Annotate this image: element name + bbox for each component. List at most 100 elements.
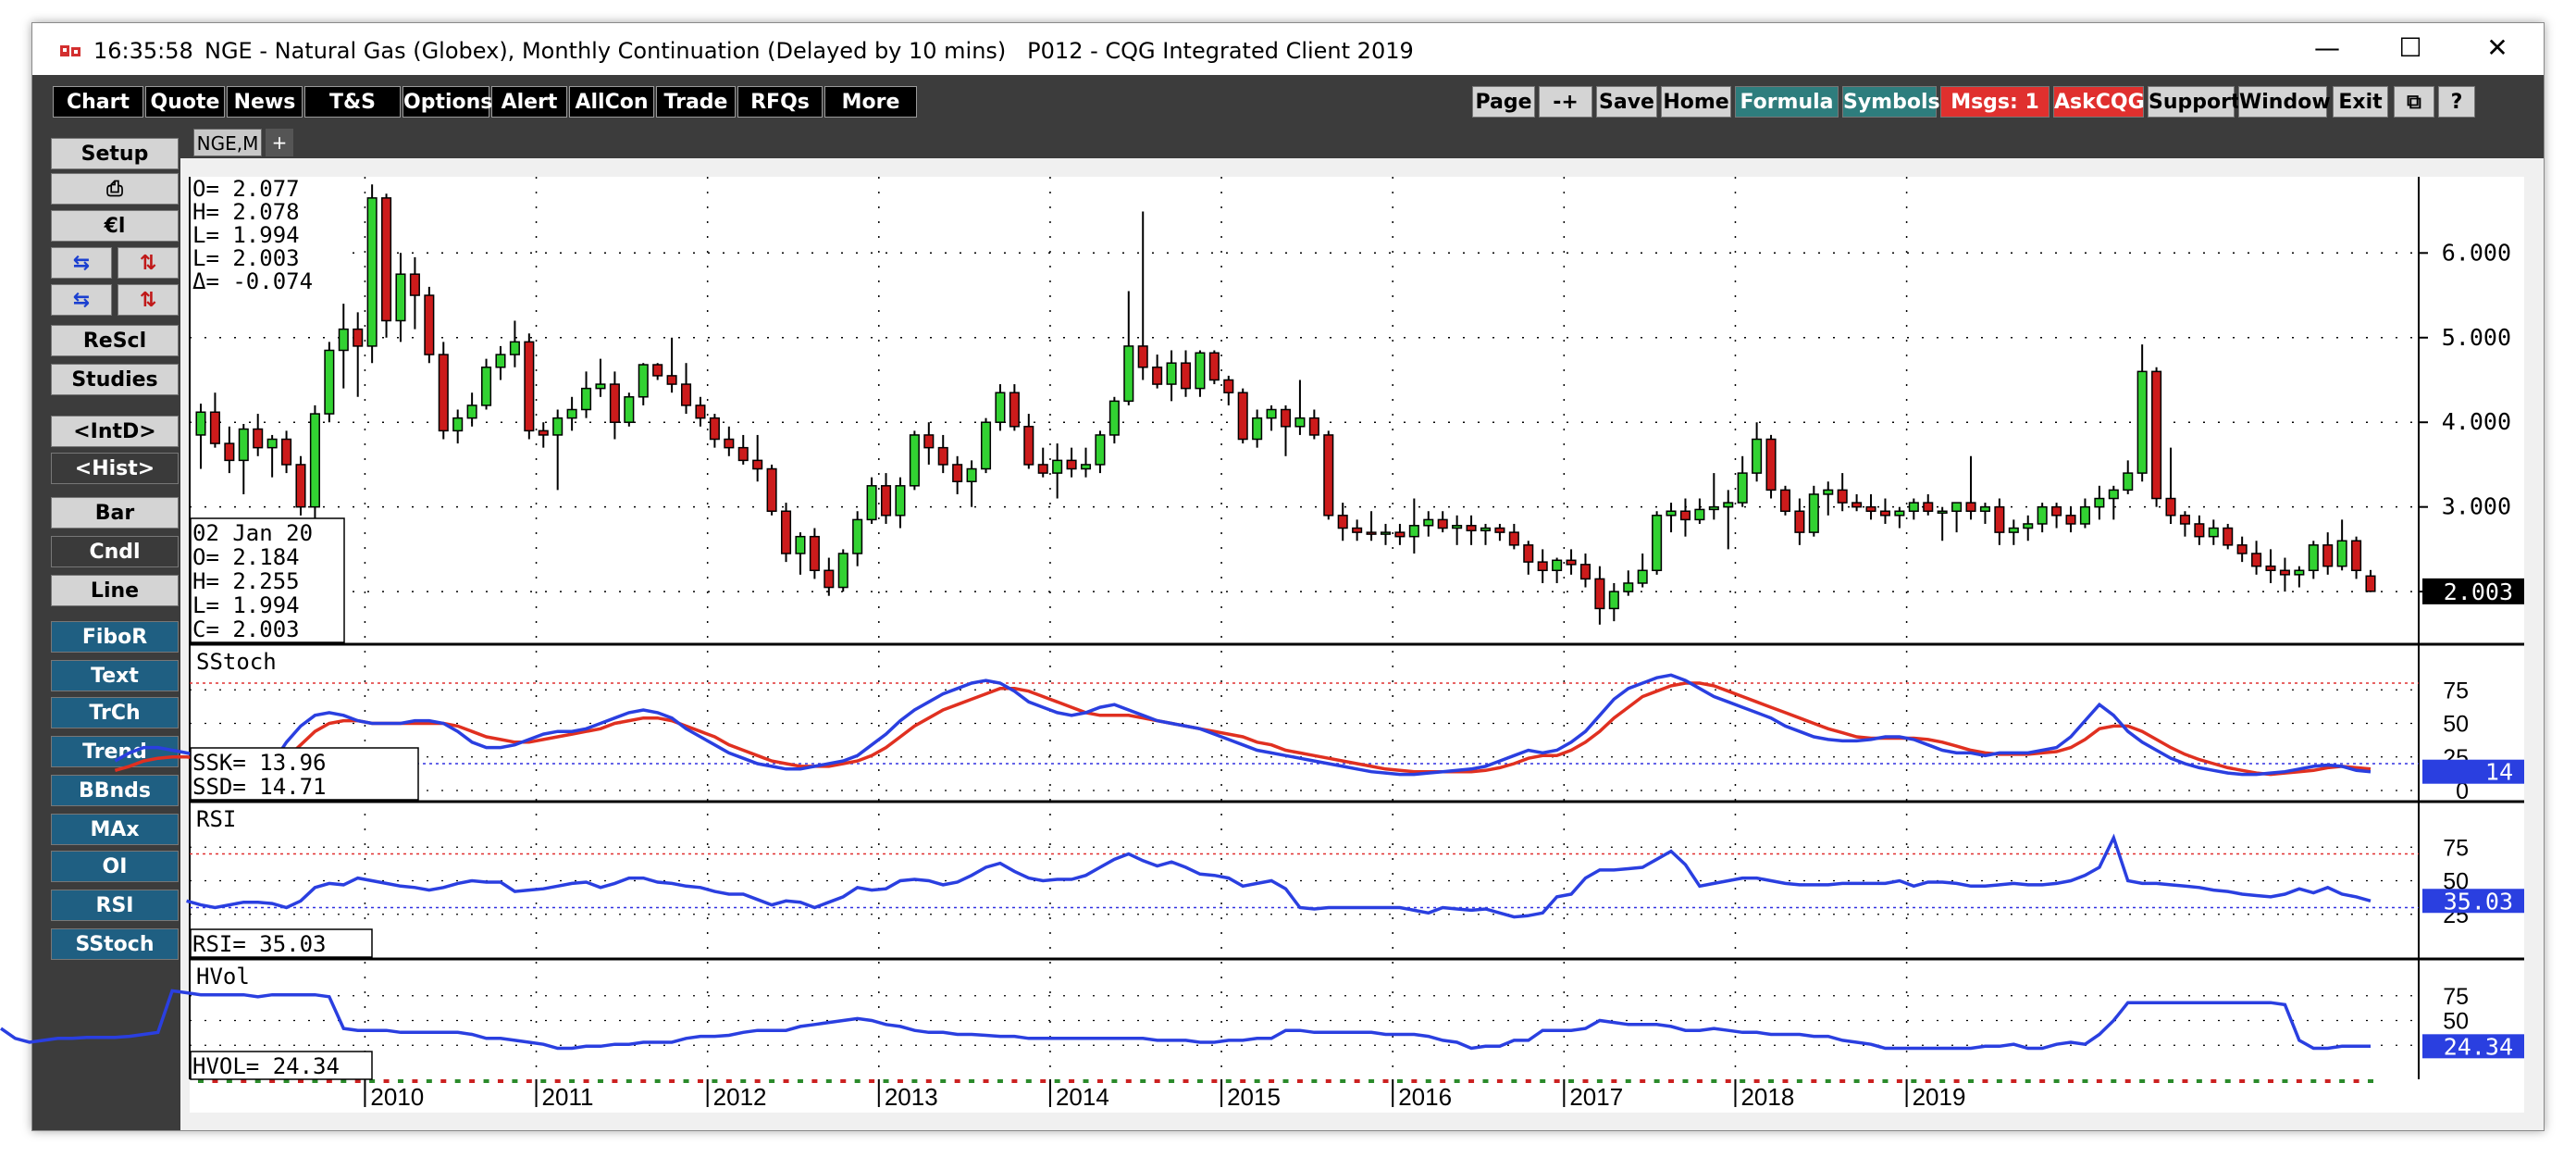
month-tick-103 [1668,1079,1675,1083]
candle-body-70 [1195,352,1206,390]
month-tick-19 [469,1079,476,1083]
candle-body-87 [1437,518,1448,529]
month-tick-79 [1325,1079,1331,1083]
candle-body-140 [2194,523,2205,538]
candle-body-6 [281,438,292,466]
ind1-tick-label-2: 50 [2443,712,2469,738]
candle-body-24 [538,429,549,436]
candle-body-67 [1152,367,1163,385]
month-tick-147 [2296,1079,2302,1083]
candle-body-75 [1266,408,1277,419]
candle-body-80 [1337,515,1348,529]
ind2-last-label: 35.03 [2444,888,2513,915]
candle-body-139 [2179,515,2190,525]
month-tick-148 [2310,1079,2317,1083]
month-tick-116 [1853,1079,1860,1083]
month-tick-127 [2011,1079,2017,1083]
month-tick-145 [2268,1079,2274,1083]
candle-body-38 [737,446,749,462]
candle-body-124 [1965,502,1976,512]
candle-body-120 [1908,502,1919,512]
chart-area[interactable]: 2010 2011 2012 2013 2014 2015 2016 2017 2018 2019… [0,0,2576,1170]
month-tick-143 [2239,1079,2246,1083]
candle-body-2 [224,442,235,462]
month-tick-72 [1225,1079,1232,1083]
candle-body-72 [1223,379,1234,393]
candle-body-4 [253,428,264,449]
candle-body-83 [1380,531,1392,535]
candle-body-27 [581,387,592,411]
month-tick-151 [2353,1079,2359,1083]
month-tick-132 [2082,1079,2088,1083]
candle-body-115 [1837,489,1848,504]
candle-body-116 [1852,502,1863,508]
candle-body-101 [1637,569,1648,584]
month-tick-54 [969,1079,975,1083]
month-tick-85 [1411,1079,1418,1083]
month-tick-138 [2168,1079,2174,1083]
candle-body-111 [1779,489,1790,512]
candle-body-52 [937,446,948,466]
month-tick-13 [383,1079,390,1083]
month-tick-101 [1640,1079,1646,1083]
month-tick-18 [454,1079,461,1083]
candle-body-76 [1280,408,1292,428]
month-tick-104 [1682,1079,1689,1083]
candle-body-142 [2223,527,2234,546]
candle-body-35 [695,405,706,419]
candle-body-105 [1694,508,1705,521]
candle-body-45 [837,553,848,589]
candle-body-18 [452,417,464,432]
candle-body-53 [952,464,963,482]
month-tick-20 [483,1079,489,1083]
candle-body-86 [1423,518,1434,527]
candle-body-103 [1666,510,1677,517]
candle-body-119 [1894,510,1905,517]
month-tick-51 [925,1079,932,1083]
bar-readout-3: L= 1.994 [192,592,300,618]
month-tick-133 [2096,1079,2102,1083]
ohlc-readout-3: L= 2.003 [192,245,300,271]
candle-body-134 [2108,489,2119,500]
bar-readout-2: H= 2.255 [192,568,300,594]
month-tick-37 [725,1079,732,1083]
month-tick-111 [1782,1079,1789,1083]
month-tick-58 [1025,1079,1032,1083]
month-tick-59 [1040,1079,1046,1083]
ind3-tick-label-1: 50 [2443,1009,2469,1035]
month-tick-128 [2025,1079,2031,1083]
month-tick-33 [669,1079,675,1083]
candle-body-1 [209,411,220,444]
month-tick-29 [612,1079,618,1083]
candle-body-110 [1765,438,1777,492]
candle-body-89 [1466,525,1477,532]
price-tick-label-4: 6.000 [2442,239,2511,266]
month-tick-90 [1482,1079,1489,1083]
month-tick-56 [997,1079,1003,1083]
candle-body-136 [2136,370,2148,474]
candle-body-71 [1208,352,1220,381]
candle-body-62 [1080,464,1092,470]
year-label-2012: 2012 [713,1083,767,1111]
month-tick-84 [1396,1079,1403,1083]
month-tick-112 [1796,1079,1802,1083]
month-tick-119 [1896,1079,1902,1083]
candle-body-91 [1494,527,1505,533]
month-tick-41 [783,1079,789,1083]
candle-body-42 [795,535,806,554]
month-tick-96 [1568,1079,1575,1083]
axis-background [2419,177,2524,1079]
month-tick-39 [754,1079,761,1083]
price-tick-label-3: 5.000 [2442,324,2511,351]
month-tick-63 [1096,1079,1103,1083]
ind3-tick-label-2: 75 [2443,984,2469,1010]
month-tick-94 [1540,1079,1546,1083]
month-tick-67 [1154,1079,1160,1083]
candle-body-133 [2094,497,2105,508]
candle-body-44 [824,569,835,589]
month-tick-100 [1625,1079,1631,1083]
candle-body-61 [1066,459,1077,470]
candle-body-151 [2351,540,2362,572]
candle-body-82 [1366,531,1377,535]
candle-body-40 [766,467,777,512]
